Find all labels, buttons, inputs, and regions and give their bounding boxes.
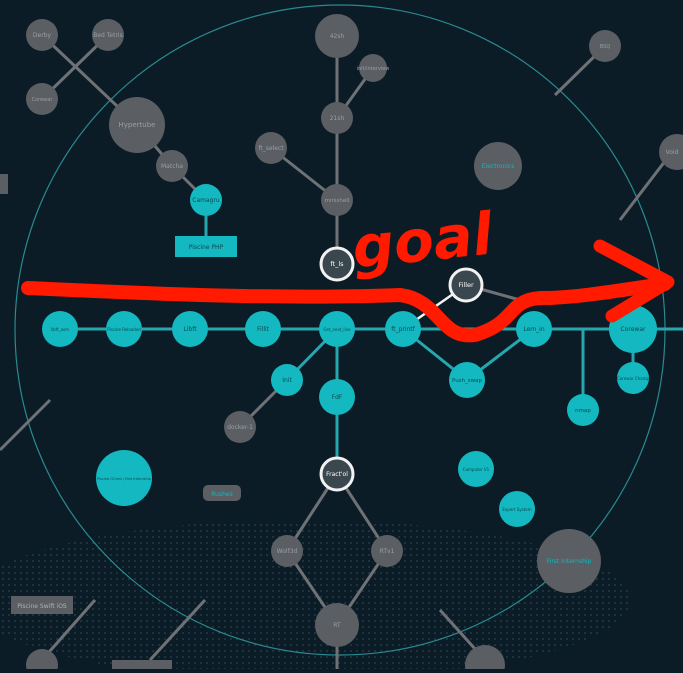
node-label: Corewar Champ [617, 376, 650, 381]
node-label: Corewar [621, 326, 646, 333]
node-label: 21sh [330, 115, 345, 122]
node-derby[interactable]: Derby [26, 19, 58, 51]
node-label: docker-1 [227, 424, 253, 431]
node-matcha[interactable]: Matcha [156, 150, 188, 182]
node-label: libft_asm [51, 327, 69, 332]
node-label: nmap [575, 408, 591, 414]
node-libftasm[interactable]: libft_asm [42, 311, 78, 347]
node-ft-printf[interactable]: ft_printf [385, 311, 421, 347]
node-label: Derby [33, 32, 52, 39]
node-label: RTv1 [380, 548, 395, 555]
node-computorv1[interactable]: Computor V1 [458, 451, 494, 487]
node-filler[interactable]: Filler [448, 267, 484, 303]
node-bed-tetris[interactable]: Bed Tetris [92, 19, 124, 51]
node-ft-select[interactable]: ft_select [255, 132, 287, 164]
node-wolf[interactable]: Wolf3d [271, 535, 303, 567]
node-label: BSQ [600, 44, 611, 50]
node-label: Fillit [257, 326, 270, 333]
node-push-swap[interactable]: Push_swap [449, 362, 485, 398]
node-label: Hypertube [119, 121, 156, 129]
node-label: Camagru [192, 197, 220, 204]
node-label: Fract'ol [326, 471, 348, 478]
node-fillit[interactable]: Fillit [245, 311, 281, 347]
scop-tag[interactable] [112, 660, 172, 672]
node-label: Piscine OCaml / first internship [97, 477, 152, 481]
node-nmap[interactable]: nmap [567, 394, 599, 426]
node-init[interactable]: Init [271, 364, 303, 396]
node-label: Filler [458, 281, 474, 289]
holy-graph-canvas: Derby Bed Tetris Corewar Hypertube Match… [0, 0, 683, 673]
node-minishell[interactable]: minishell [321, 184, 353, 216]
svg-text:Init: Init [282, 377, 292, 384]
node-piscine-ocaml[interactable]: Piscine OCaml / first internship [96, 450, 152, 506]
node-label: Piscine Reloaded [107, 327, 141, 332]
tag-label: Piscine PHP [189, 244, 224, 251]
node-label: Electronics [482, 163, 515, 170]
node-label: FdF [332, 394, 343, 401]
piscine-php-tag[interactable]: Piscine PHP [175, 236, 237, 257]
tag-label: Rushes [211, 491, 232, 498]
node-get-next-line[interactable]: Get_next_line [319, 311, 355, 347]
node-label: init/interview [357, 66, 390, 72]
node-rt[interactable]: RT [315, 603, 359, 647]
node-label: Void [666, 149, 679, 156]
node-label: Matcha [161, 163, 183, 170]
node-expert-system[interactable]: Expert System [499, 491, 535, 527]
node-docker[interactable]: docker-1 [224, 411, 256, 443]
node-ft-ls[interactable]: ft_ls [319, 246, 355, 282]
node-label: ft_select [258, 145, 284, 152]
node-corewar[interactable]: Corewar [26, 83, 58, 115]
node-label: Bed Tetris [93, 32, 122, 39]
node-label: ft_printf [391, 326, 415, 333]
node-label: Computor V1 [463, 467, 490, 472]
node-label: First Internship [547, 558, 592, 565]
node-rtv1[interactable]: RTv1 [371, 535, 403, 567]
node-label: RT [333, 622, 341, 629]
node-ftsh[interactable]: 21sh [321, 102, 353, 134]
node-lem-in[interactable]: Lem_in [516, 311, 552, 347]
node-hypertube[interactable]: Hypertube [109, 97, 165, 153]
node-first-internship[interactable]: First Internship [537, 529, 601, 593]
node-electronics[interactable]: Electronics [474, 142, 522, 190]
node-label: Libft [183, 326, 197, 333]
rushes-tag[interactable]: Rushes [203, 485, 241, 501]
node-label: Wolf3d [277, 548, 298, 555]
node-label: Expert System [502, 507, 531, 512]
node-label: Push_swap [452, 378, 483, 384]
node-camagru[interactable]: Camagru [190, 184, 222, 216]
tag-label: Piscine Swift iOS [17, 603, 67, 610]
node-libft[interactable]: Libft [172, 311, 208, 347]
node-label: ft_ls [330, 260, 344, 268]
node-label: Lem_in [523, 326, 544, 333]
node-fdf[interactable]: FdF [319, 379, 355, 415]
node-label: Get_next_line [323, 327, 351, 332]
node-cash[interactable]: 42sh [315, 14, 359, 58]
node-fractol[interactable]: Fract'ol [319, 456, 355, 492]
node-label: 42sh [330, 33, 345, 40]
node-bsq-right[interactable]: BSQ [589, 30, 621, 62]
node-piscine-reloaded[interactable]: Piscine Reloaded [106, 311, 142, 347]
node-label: Corewar [32, 97, 54, 103]
piscine-swift-tag[interactable]: Piscine Swift iOS [11, 596, 73, 614]
left-edge-tag [0, 174, 8, 194]
node-label: minishell [325, 198, 350, 204]
